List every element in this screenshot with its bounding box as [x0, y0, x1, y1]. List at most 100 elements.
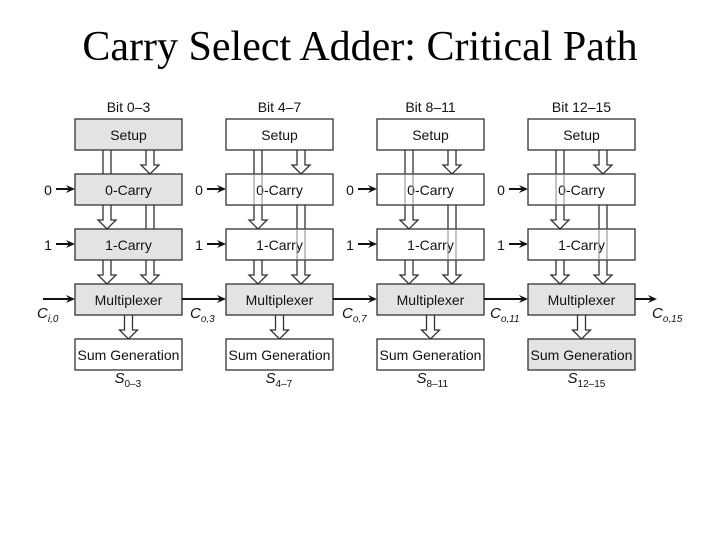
setup-pass-lines: [102, 150, 112, 174]
one-carry-to-mux-arrow: [247, 260, 269, 285]
zero-carry-pass-lines: [145, 205, 155, 229]
one-input-arrow: [509, 240, 528, 248]
hollow-arrow-shape: [247, 205, 269, 230]
zero-carry-block: 0-Carry: [74, 173, 183, 206]
setup-to-one-carry-arrow: [398, 205, 420, 230]
setup-block: Setup: [225, 118, 334, 151]
one-carry-label: 1-Carry: [105, 237, 152, 253]
hollow-arrow-shape: [96, 205, 118, 230]
one-carry-to-mux-arrow: [549, 260, 571, 285]
carry-label: Co,11: [490, 305, 520, 325]
hollow-arrow-shape: [441, 150, 463, 175]
zero-carry-label: 0-Carry: [256, 182, 303, 198]
carry-label: Co,15: [652, 305, 683, 325]
carry-out-arrow: [635, 295, 657, 303]
zero-input-arrow: [207, 185, 226, 193]
one-carry-to-mux-arrow: [398, 260, 420, 285]
zero-carry-pass-lines: [447, 205, 457, 229]
setup-block: Setup: [74, 118, 183, 151]
one-input-arrow: [358, 240, 377, 248]
sum-generation-block: Sum Generation: [376, 338, 485, 371]
sum-generation-block: Sum Generation: [527, 338, 636, 371]
carry-chain-arrow: [182, 295, 226, 303]
setup-label: Setup: [563, 127, 600, 143]
one-carry-label: 1-Carry: [256, 237, 303, 253]
setup-block: Setup: [376, 118, 485, 151]
setup-label: Setup: [110, 127, 147, 143]
hollow-arrow-shape: [290, 260, 312, 285]
zero-input-arrow: [56, 185, 75, 193]
one-input-label: 1: [44, 237, 52, 253]
zero-input-label: 0: [195, 182, 203, 198]
multiplexer-label: Multiplexer: [95, 292, 163, 308]
one-carry-label: 1-Carry: [558, 237, 605, 253]
sum-output-label: S12–15: [568, 370, 606, 390]
zero-carry-block: 0-Carry: [527, 173, 636, 206]
zero-carry-block: 0-Carry: [376, 173, 485, 206]
setup-to-zero-carry-arrow: [592, 150, 614, 175]
sum-generation-label: Sum Generation: [380, 347, 482, 363]
setup-to-one-carry-arrow: [549, 205, 571, 230]
multiplexer-block: Multiplexer: [527, 283, 636, 316]
sum-output-label: S4–7: [266, 370, 293, 390]
multiplexer-block: Multiplexer: [74, 283, 183, 316]
one-carry-block: 1-Carry: [225, 228, 334, 261]
carry-in-arrow: [43, 295, 75, 303]
hollow-arrow-shape: [290, 150, 312, 175]
hollow-arrow-shape: [549, 205, 571, 230]
carry-label: Ci,0: [37, 305, 59, 325]
mux-to-sum-arrow: [268, 315, 291, 340]
column-header: Bit 12–15: [552, 99, 611, 115]
setup-pass-lines: [555, 150, 565, 174]
zero-carry-block: 0-Carry: [225, 173, 334, 206]
carry-chain-arrow: [484, 295, 528, 303]
sum-generation-label: Sum Generation: [229, 347, 331, 363]
hollow-arrow-shape: [139, 150, 161, 175]
setup-to-zero-carry-arrow: [441, 150, 463, 175]
setup-pass-lines: [253, 150, 263, 174]
zero-carry-to-mux-arrow: [139, 260, 161, 285]
column-header: Bit 4–7: [258, 99, 302, 115]
one-carry-label: 1-Carry: [407, 237, 454, 253]
zero-carry-to-mux-arrow: [441, 260, 463, 285]
mux-to-sum-arrow: [570, 315, 593, 340]
one-input-arrow: [56, 240, 75, 248]
hollow-arrow-shape: [96, 260, 118, 285]
multiplexer-block: Multiplexer: [225, 283, 334, 316]
hollow-arrow-shape: [419, 315, 442, 340]
carry-label: Co,3: [190, 305, 215, 325]
hollow-arrow-shape: [398, 205, 420, 230]
hollow-arrow-shape: [139, 260, 161, 285]
one-input-label: 1: [346, 237, 354, 253]
column-header: Bit 8–11: [405, 99, 456, 115]
zero-carry-label: 0-Carry: [558, 182, 605, 198]
setup-to-one-carry-arrow: [247, 205, 269, 230]
sum-generation-block: Sum Generation: [225, 338, 334, 371]
one-carry-block: 1-Carry: [74, 228, 183, 261]
one-carry-block: 1-Carry: [527, 228, 636, 261]
setup-to-one-carry-arrow: [96, 205, 118, 230]
hollow-arrow-shape: [268, 315, 291, 340]
zero-input-label: 0: [346, 182, 354, 198]
setup-to-zero-carry-arrow: [290, 150, 312, 175]
setup-label: Setup: [261, 127, 298, 143]
multiplexer-block: Multiplexer: [376, 283, 485, 316]
zero-input-arrow: [509, 185, 528, 193]
column-header: Bit 0–3: [107, 99, 151, 115]
sum-output-label: S0–3: [115, 370, 142, 390]
mux-to-sum-arrow: [117, 315, 140, 340]
zero-carry-to-mux-arrow: [290, 260, 312, 285]
hollow-arrow-shape: [592, 260, 614, 285]
sum-generation-block: Sum Generation: [74, 338, 183, 371]
one-carry-block: 1-Carry: [376, 228, 485, 261]
zero-carry-pass-lines: [296, 205, 306, 229]
hollow-arrow-shape: [398, 260, 420, 285]
one-input-arrow: [207, 240, 226, 248]
setup-to-zero-carry-arrow: [139, 150, 161, 175]
setup-label: Setup: [412, 127, 449, 143]
hollow-arrow-shape: [441, 260, 463, 285]
multiplexer-label: Multiplexer: [246, 292, 314, 308]
hollow-arrow-shape: [117, 315, 140, 340]
setup-pass-lines: [404, 150, 414, 174]
mux-to-sum-arrow: [419, 315, 442, 340]
